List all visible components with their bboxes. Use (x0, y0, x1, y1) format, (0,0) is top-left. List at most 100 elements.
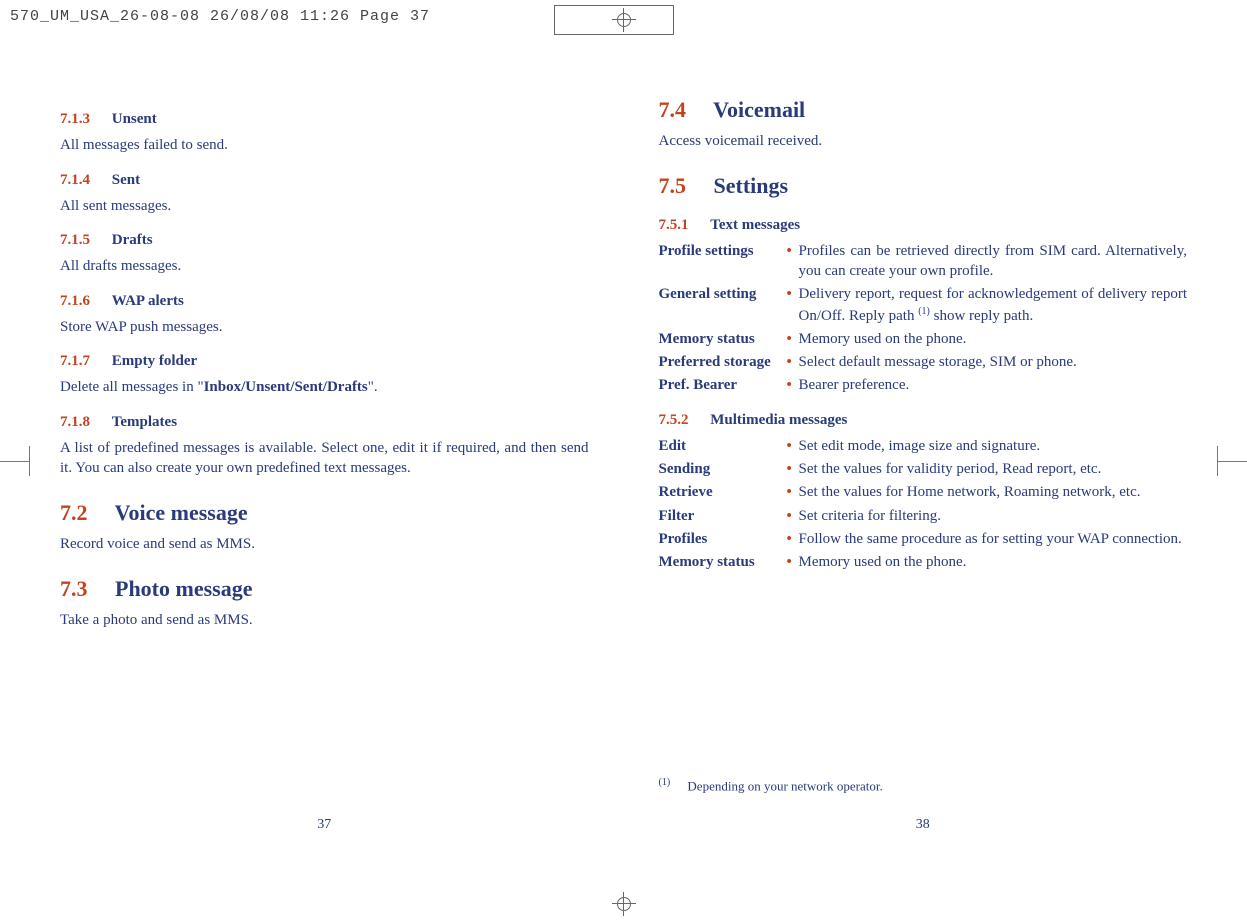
section-number: 7.1.7 (60, 353, 90, 369)
section-number: 7.1.8 (60, 414, 90, 430)
body-text: All drafts messages. (60, 256, 589, 276)
definition-term: Pref. Bearer (659, 375, 787, 395)
subsection-heading: 7.1.3 Unsent (60, 109, 589, 129)
body-text: Record voice and send as MMS. (60, 534, 589, 554)
section-number: 7.1.4 (60, 172, 90, 188)
definition-term: Sending (659, 459, 787, 479)
page-right: 7.4 Voicemail Access voicemail received.… (659, 95, 1188, 835)
definition-desc: Profiles can be retrieved directly from … (799, 241, 1188, 282)
definition-row: Memory status • Memory used on the phone… (659, 329, 1188, 349)
definition-desc: Memory used on the phone. (799, 552, 1188, 572)
definition-desc: Set the values for validity period, Read… (799, 459, 1188, 479)
page-number: 37 (317, 816, 331, 835)
section-title: Photo message (115, 576, 252, 601)
section-number: 7.1.3 (60, 111, 90, 127)
subsection-heading: 7.5.2 Multimedia messages (659, 410, 1188, 430)
definition-desc: Set the values for Home network, Roaming… (799, 482, 1188, 502)
section-number: 7.5 (659, 173, 687, 198)
definition-row: Preferred storage • Select default messa… (659, 352, 1188, 372)
section-number: 7.4 (659, 97, 687, 122)
definition-term: General setting (659, 284, 787, 326)
body-text: A list of predefined messages is availab… (60, 438, 589, 479)
section-number: 7.5.2 (659, 412, 689, 428)
section-title: Voicemail (713, 97, 805, 122)
bullet-icon: • (787, 529, 799, 549)
section-title: Templates (112, 414, 177, 430)
body-text: All messages failed to send. (60, 135, 589, 155)
definition-term: Retrieve (659, 482, 787, 502)
bullet-icon: • (787, 284, 799, 326)
definition-desc: Set edit mode, image size and signature. (799, 436, 1188, 456)
definition-row: Memory status • Memory used on the phone… (659, 552, 1188, 572)
definition-term: Filter (659, 506, 787, 526)
footnote-text: Depending on your network operator. (687, 778, 882, 793)
bullet-icon: • (787, 482, 799, 502)
definition-desc: Bearer preference. (799, 375, 1188, 395)
section-number: 7.5.1 (659, 217, 689, 233)
bullet-icon: • (787, 375, 799, 395)
section-heading: 7.3 Photo message (60, 574, 589, 604)
section-heading: 7.2 Voice message (60, 498, 589, 528)
section-heading: 7.4 Voicemail (659, 95, 1188, 125)
subsection-heading: 7.1.7 Empty folder (60, 351, 589, 371)
bullet-icon: • (787, 352, 799, 372)
bullet-icon: • (787, 329, 799, 349)
definition-term: Edit (659, 436, 787, 456)
page-spread: 7.1.3 Unsent All messages failed to send… (0, 25, 1247, 875)
definition-row: Retrieve • Set the values for Home netwo… (659, 482, 1188, 502)
definition-row: Edit • Set edit mode, image size and sig… (659, 436, 1188, 456)
section-title: Unsent (112, 111, 157, 127)
bullet-icon: • (787, 552, 799, 572)
subsection-heading: 7.1.8 Templates (60, 412, 589, 432)
footnote-mark: (1) (659, 777, 671, 788)
section-number: 7.1.5 (60, 232, 90, 248)
section-heading: 7.5 Settings (659, 171, 1188, 201)
subsection-heading: 7.1.5 Drafts (60, 230, 589, 250)
section-title: Empty folder (112, 353, 197, 369)
page-left: 7.1.3 Unsent All messages failed to send… (60, 95, 589, 835)
section-number: 7.3 (60, 576, 88, 601)
definition-list: Profile settings • Profiles can be retri… (659, 241, 1188, 396)
registration-mark-top (584, 0, 664, 40)
section-number: 7.1.6 (60, 293, 90, 309)
body-text: Take a photo and send as MMS. (60, 610, 589, 630)
bullet-icon: • (787, 241, 799, 282)
definition-row: Profile settings • Profiles can be retri… (659, 241, 1188, 282)
bullet-icon: • (787, 436, 799, 456)
bullet-icon: • (787, 506, 799, 526)
definition-desc: Follow the same procedure as for setting… (799, 529, 1188, 549)
crop-mark-left (0, 461, 30, 462)
definition-desc: Delivery report, request for acknowledge… (799, 284, 1188, 326)
definition-desc: Set criteria for filtering. (799, 506, 1188, 526)
definition-row: General setting • Delivery report, reque… (659, 284, 1188, 326)
body-text: Delete all messages in "Inbox/Unsent/Sen… (60, 377, 589, 397)
bullet-icon: • (787, 459, 799, 479)
definition-term: Profiles (659, 529, 787, 549)
section-title: Drafts (112, 232, 153, 248)
definition-term: Memory status (659, 329, 787, 349)
page-number: 38 (916, 816, 930, 835)
subsection-heading: 7.5.1 Text messages (659, 215, 1188, 235)
section-title: Multimedia messages (710, 412, 847, 428)
footnote: (1) Depending on your network operator. (659, 776, 883, 795)
definition-row: Pref. Bearer • Bearer preference. (659, 375, 1188, 395)
definition-desc: Select default message storage, SIM or p… (799, 352, 1188, 372)
subsection-heading: 7.1.4 Sent (60, 170, 589, 190)
subsection-heading: 7.1.6 WAP alerts (60, 291, 589, 311)
crop-mark-right (1217, 461, 1247, 462)
definition-term: Memory status (659, 552, 787, 572)
definition-desc: Memory used on the phone. (799, 329, 1188, 349)
definition-list: Edit • Set edit mode, image size and sig… (659, 436, 1188, 573)
section-title: Voice message (115, 500, 248, 525)
definition-row: Sending • Set the values for validity pe… (659, 459, 1188, 479)
body-text: Store WAP push messages. (60, 317, 589, 337)
section-number: 7.2 (60, 500, 88, 525)
definition-term: Profile settings (659, 241, 787, 282)
definition-row: Filter • Set criteria for filtering. (659, 506, 1188, 526)
registration-mark-bottom (604, 886, 644, 922)
section-title: Text messages (710, 217, 800, 233)
definition-term: Preferred storage (659, 352, 787, 372)
section-title: Settings (714, 173, 789, 198)
section-title: WAP alerts (112, 293, 184, 309)
body-text: All sent messages. (60, 196, 589, 216)
